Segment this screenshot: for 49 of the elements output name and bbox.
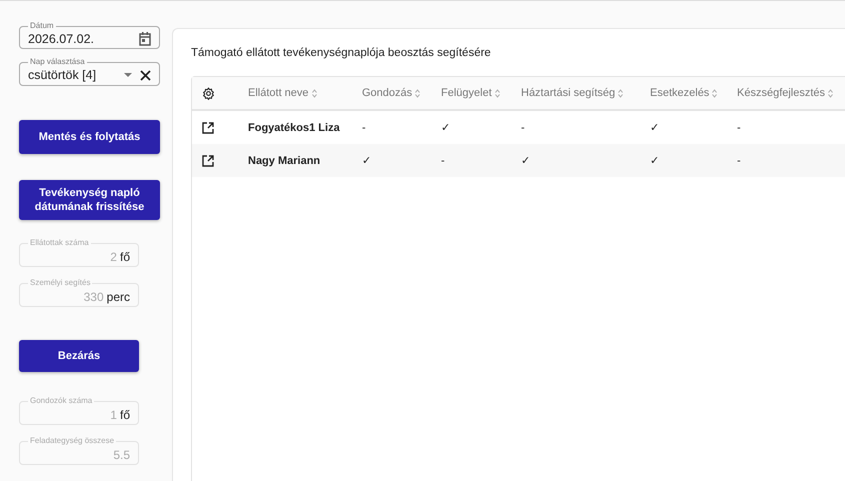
table-cell-text: ✓ xyxy=(441,121,451,134)
field-value: 330 xyxy=(84,290,104,304)
column-header[interactable]: Felügyelet xyxy=(441,87,521,99)
table-cell-text: Nagy Mariann xyxy=(248,154,322,166)
sort-icon[interactable] xyxy=(618,88,624,98)
field-label: Gondozók száma xyxy=(28,396,94,406)
calendar-icon[interactable] xyxy=(139,32,151,46)
caret-icon[interactable] xyxy=(124,73,132,78)
sort-icon[interactable] xyxy=(312,88,317,98)
table-cell-text: - xyxy=(737,122,742,134)
settings-icon[interactable] xyxy=(202,86,215,100)
sort-icon[interactable] xyxy=(712,88,718,98)
table-cell-text: ✓ xyxy=(521,154,531,167)
field-value: 5.5 xyxy=(113,448,130,462)
open-link-icon[interactable] xyxy=(202,154,214,166)
field-value: 1 xyxy=(110,408,117,422)
field-label: Személyi segítés xyxy=(28,278,92,287)
table-cell-text: - xyxy=(521,122,526,134)
field-label: Dátum xyxy=(28,21,56,30)
panel-title: Támogató ellátott tevékenységnaplója beosztás segítésére xyxy=(191,47,492,59)
unit-label: perc xyxy=(106,290,130,304)
close-icon[interactable] xyxy=(140,70,151,81)
table-cell-text: ✓ xyxy=(362,154,372,167)
field-value: csütörtök [4] xyxy=(28,68,98,82)
column-header[interactable]: Gondozás xyxy=(362,87,441,99)
unit-label: fő xyxy=(120,408,130,422)
sort-icon[interactable] xyxy=(828,88,834,98)
table-cell-text: ✓ xyxy=(650,121,660,134)
column-header[interactable]: Készségfejlesztés xyxy=(737,87,845,99)
sort-icon[interactable] xyxy=(415,88,420,98)
column-header[interactable]: Ellátott neve xyxy=(248,87,362,99)
action-button[interactable]: Tevékenység napló dátumának frissítése xyxy=(19,180,160,220)
field-value: 2 xyxy=(110,250,117,264)
table-cell-text: Fogyatékos1 Liza xyxy=(248,122,341,134)
field-label: Ellátottak száma xyxy=(28,238,91,247)
field-label: Feladategység összese xyxy=(28,436,116,446)
table-cell-text: - xyxy=(737,154,742,166)
open-link-icon[interactable] xyxy=(202,122,214,134)
action-button[interactable]: Mentés és folytatás xyxy=(19,120,160,154)
field-value: 2026.07.02. xyxy=(28,32,96,46)
column-header[interactable]: Esetkezelés xyxy=(650,87,737,99)
table-cell-text: - xyxy=(362,122,367,134)
table-cell-text: - xyxy=(441,154,446,166)
close-button[interactable]: Bezárás xyxy=(19,340,139,372)
sort-icon[interactable] xyxy=(494,88,500,98)
field-label: Nap választása xyxy=(28,57,87,66)
table-cell-text: ✓ xyxy=(650,154,660,167)
unit-label: fő xyxy=(120,250,130,264)
column-header[interactable]: Háztartási segítség xyxy=(521,87,650,99)
